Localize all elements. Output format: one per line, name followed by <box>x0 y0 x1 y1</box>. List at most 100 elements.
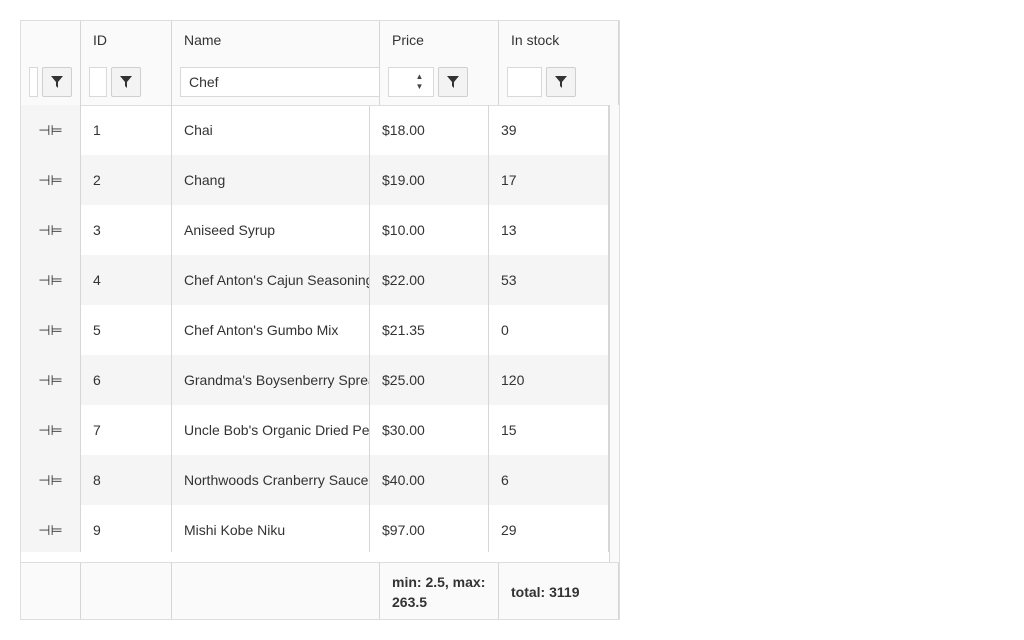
header-price[interactable]: Price <box>380 21 499 58</box>
cell-id: 9 <box>81 505 172 552</box>
cell-in-stock: 39 <box>489 105 609 155</box>
header-in-stock[interactable]: In stock <box>499 21 619 58</box>
cell-price: $22.00 <box>370 255 489 305</box>
table-row[interactable]: ⊣⊨ 3 Aniseed Syrup $10.00 13 <box>21 205 609 255</box>
pin-icon: ⊣⊨ <box>38 121 63 138</box>
id-filter-input[interactable] <box>89 66 107 97</box>
cell-id: 2 <box>81 155 172 205</box>
table-row[interactable]: ⊣⊨ 8 Northwoods Cranberry Sauce $40.00 6 <box>21 455 609 505</box>
pin-icon: ⊣⊨ <box>38 221 63 238</box>
filter-icon <box>51 75 63 88</box>
row-pin-button[interactable]: ⊣⊨ <box>21 105 81 155</box>
footer-pin-cell <box>21 563 81 619</box>
spinner-down-icon[interactable]: ▼ <box>416 82 424 92</box>
pin-icon: ⊣⊨ <box>38 271 63 288</box>
table-row[interactable]: ⊣⊨ 2 Chang $19.00 17 <box>21 155 609 205</box>
pin-icon: ⊣⊨ <box>38 321 63 338</box>
cell-in-stock: 13 <box>489 205 609 255</box>
footer-row: min: 2.5, max: 263.5 total: 3119 <box>21 562 619 619</box>
price-filter-input[interactable] <box>388 66 406 97</box>
header-row: ID Name Price In stock <box>21 21 619 59</box>
id-filter-button[interactable] <box>111 66 141 97</box>
cell-price: $97.00 <box>370 505 489 552</box>
cell-in-stock: 53 <box>489 255 609 305</box>
cell-price: $21.35 <box>370 305 489 355</box>
row-pin-button[interactable]: ⊣⊨ <box>21 305 81 355</box>
pin-filter-input[interactable] <box>29 66 38 97</box>
cell-name: Mishi Kobe Niku <box>172 505 370 552</box>
price-filter-button[interactable] <box>438 66 468 97</box>
cell-id: 1 <box>81 105 172 155</box>
cell-id: 4 <box>81 255 172 305</box>
footer-stock-summary: total: 3119 <box>499 563 619 619</box>
row-pin-button[interactable]: ⊣⊨ <box>21 155 81 205</box>
cell-in-stock: 6 <box>489 455 609 505</box>
cell-price: $18.00 <box>370 105 489 155</box>
cell-name: Chef Anton's Cajun Seasoning <box>172 255 370 305</box>
cell-in-stock: 29 <box>489 505 609 552</box>
cell-price: $40.00 <box>370 455 489 505</box>
filter-cell-name <box>172 58 380 105</box>
cell-name: Chang <box>172 155 370 205</box>
pin-icon: ⊣⊨ <box>38 421 63 438</box>
spinner-up-icon[interactable]: ▲ <box>416 72 424 82</box>
cell-id: 7 <box>81 405 172 455</box>
footer-id-cell <box>81 563 172 619</box>
pin-icon: ⊣⊨ <box>38 521 63 538</box>
row-pin-button[interactable]: ⊣⊨ <box>21 505 81 552</box>
cell-name: Chai <box>172 105 370 155</box>
footer-price-summary: min: 2.5, max: 263.5 <box>380 563 499 619</box>
table-row[interactable]: ⊣⊨ 5 Chef Anton's Gumbo Mix $21.35 0 <box>21 305 609 355</box>
filter-icon <box>555 75 567 88</box>
cell-id: 5 <box>81 305 172 355</box>
cell-price: $19.00 <box>370 155 489 205</box>
filter-cell-stock <box>499 58 619 105</box>
cell-name: Aniseed Syrup <box>172 205 370 255</box>
stock-filter-input[interactable] <box>507 66 542 97</box>
filter-cell-id <box>81 58 172 105</box>
cell-name: Grandma's Boysenberry Spread <box>172 355 370 405</box>
pin-icon: ⊣⊨ <box>38 171 63 188</box>
header-id[interactable]: ID <box>81 21 172 58</box>
table-row[interactable]: ⊣⊨ 1 Chai $18.00 39 <box>21 105 609 155</box>
filter-cell-price: ▲ ▼ <box>380 58 499 105</box>
grid-body: ⊣⊨ 1 Chai $18.00 39 ⊣⊨ 2 Chang $19.00 17… <box>21 105 609 552</box>
price-spinner[interactable]: ▲ ▼ <box>406 66 434 97</box>
filter-icon <box>447 75 459 88</box>
data-grid: ID Name Price In stock ▲ ▼ <box>20 20 620 620</box>
pin-icon: ⊣⊨ <box>38 371 63 388</box>
cell-in-stock: 17 <box>489 155 609 205</box>
footer-name-cell <box>172 563 380 619</box>
cell-name: Uncle Bob's Organic Dried Pears <box>172 405 370 455</box>
cell-id: 6 <box>81 355 172 405</box>
cell-in-stock: 0 <box>489 305 609 355</box>
cell-in-stock: 15 <box>489 405 609 455</box>
row-pin-button[interactable]: ⊣⊨ <box>21 405 81 455</box>
cell-price: $25.00 <box>370 355 489 405</box>
row-pin-button[interactable]: ⊣⊨ <box>21 255 81 305</box>
cell-price: $10.00 <box>370 205 489 255</box>
vertical-scrollbar[interactable] <box>609 105 619 562</box>
table-row[interactable]: ⊣⊨ 9 Mishi Kobe Niku $97.00 29 <box>21 505 609 552</box>
filter-cell-pin <box>21 58 81 105</box>
cell-id: 8 <box>81 455 172 505</box>
row-pin-button[interactable]: ⊣⊨ <box>21 205 81 255</box>
filter-icon <box>120 75 132 88</box>
cell-name: Chef Anton's Gumbo Mix <box>172 305 370 355</box>
cell-name: Northwoods Cranberry Sauce <box>172 455 370 505</box>
table-row[interactable]: ⊣⊨ 7 Uncle Bob's Organic Dried Pears $30… <box>21 405 609 455</box>
stock-filter-button[interactable] <box>546 66 576 97</box>
cell-id: 3 <box>81 205 172 255</box>
pin-icon: ⊣⊨ <box>38 471 63 488</box>
table-row[interactable]: ⊣⊨ 6 Grandma's Boysenberry Spread $25.00… <box>21 355 609 405</box>
pin-filter-button[interactable] <box>42 66 72 97</box>
row-pin-button[interactable]: ⊣⊨ <box>21 455 81 505</box>
cell-price: $30.00 <box>370 405 489 455</box>
row-pin-button[interactable]: ⊣⊨ <box>21 355 81 405</box>
header-pin-column <box>21 21 81 58</box>
name-filter-input[interactable] <box>180 66 379 97</box>
table-row[interactable]: ⊣⊨ 4 Chef Anton's Cajun Seasoning $22.00… <box>21 255 609 305</box>
cell-in-stock: 120 <box>489 355 609 405</box>
filter-row: ▲ ▼ <box>21 58 619 106</box>
header-name[interactable]: Name <box>172 21 380 58</box>
